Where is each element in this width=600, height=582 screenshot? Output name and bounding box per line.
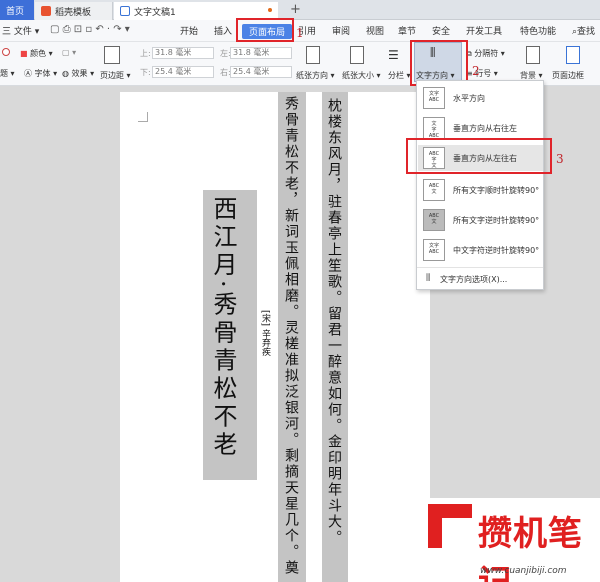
toolbar-quick-icons[interactable]: ▢ ⎙ ⊡ ▫ ↶ · ↷ ▾: [50, 24, 130, 39]
orientation-icon[interactable]: [306, 46, 320, 64]
top-margin-input[interactable]: 31.8 毫米: [152, 47, 214, 59]
menu-item-cjk-rotate-ccw-label: 中文字符逆时针旋转90°: [453, 246, 540, 255]
menu-insert[interactable]: 插入: [214, 24, 232, 39]
watermark-url: www.cuanjibiji.com: [480, 566, 567, 576]
margin-dropdown[interactable]: 页边距 ▾: [100, 70, 131, 81]
cjk-rotate-ccw-icon: 文字 ABC: [423, 239, 445, 261]
page-border-icon[interactable]: [566, 46, 580, 64]
word-doc-icon: [120, 6, 130, 16]
page-corner-mark: [138, 112, 148, 122]
tab-strip: 首页 稻壳模板 文字文稿1 +: [0, 0, 600, 20]
menu-start[interactable]: 开始: [180, 24, 198, 39]
tab-document-label: 文字文稿1: [134, 7, 176, 18]
menu-review[interactable]: 审阅: [332, 24, 350, 39]
theme-more-icon[interactable]: ▢ ▾: [62, 48, 76, 57]
menu-chapter[interactable]: 章节: [398, 24, 416, 39]
poem-author: [宋] 辛弃疾: [260, 310, 270, 356]
docer-icon: [41, 6, 51, 16]
color-dropdown[interactable]: ■ 颜色 ▾: [20, 48, 53, 59]
orientation-dropdown[interactable]: 纸张方向 ▾: [296, 70, 335, 81]
line-number-dropdown[interactable]: ≡ 行号 ▾: [466, 68, 498, 79]
color-label: 颜色 ▾: [30, 49, 53, 58]
menu-item-cjk-rotate-ccw[interactable]: 文字 ABC 中文字符逆时针旋转90°: [418, 237, 543, 263]
annotation-step-3: 3: [556, 152, 564, 166]
font-dropdown[interactable]: Ⓐ 字体 ▾: [24, 68, 57, 79]
tab-template-label: 稻壳模板: [55, 7, 92, 18]
tab-home-label: 首页: [6, 6, 25, 17]
annotation-box-page-layout: [236, 18, 294, 42]
text-direction-options-icon: ⫴: [426, 273, 431, 284]
annotation-step-2: 2: [472, 64, 480, 78]
annotation-box-vertical-ltr: [406, 138, 552, 174]
menu-security[interactable]: 安全: [432, 24, 450, 39]
effect-dropdown[interactable]: ◍ 效果 ▾: [62, 68, 94, 79]
menu-developer[interactable]: 开发工具: [466, 24, 502, 39]
menu-item-vertical-rtl-label: 垂直方向从右往左: [453, 124, 517, 133]
left-margin-input[interactable]: 31.8 毫米: [230, 47, 292, 59]
menu-item-horizontal-label: 水平方向: [453, 94, 485, 103]
menu-item-options-label: 文字方向选项(X)...: [440, 275, 508, 284]
menu-item-horizontal[interactable]: 文字 ABC 水平方向: [418, 85, 543, 111]
right-margin-input[interactable]: 25.4 毫米: [230, 66, 292, 78]
menu-item-rotate-cw-label: 所有文字顺时针旋转90°: [453, 186, 540, 195]
menu-divider: [417, 267, 543, 268]
horizontal-text-icon: 文字 ABC: [423, 87, 445, 109]
theme-icon[interactable]: [2, 48, 10, 56]
menu-special[interactable]: 特色功能: [520, 24, 556, 39]
file-menu[interactable]: 三 文件 ▾: [2, 24, 39, 39]
margin-icon[interactable]: [104, 46, 120, 64]
bottom-margin-input[interactable]: 25.4 毫米: [152, 66, 214, 78]
tab-docer-template[interactable]: 稻壳模板: [35, 2, 113, 20]
site-logo-icon: [428, 504, 472, 548]
search-menu[interactable]: ⌕查找: [572, 24, 595, 39]
font-icon: Ⓐ: [24, 69, 32, 78]
document-page[interactable]: [120, 92, 430, 582]
menu-item-rotate-cw[interactable]: ABC 文 所有文字顺时针旋转90°: [418, 177, 543, 203]
separator-label: 分隔符 ▾: [474, 49, 505, 58]
menu-view[interactable]: 视图: [366, 24, 384, 39]
tab-home[interactable]: 首页: [0, 0, 34, 20]
background-icon[interactable]: [526, 46, 540, 64]
site-watermark: 攒机笔记 www.cuanjibiji.com: [420, 498, 600, 582]
rotate-ccw-icon: ABC 文: [423, 209, 445, 231]
palette-icon: ■: [20, 49, 28, 58]
poem-line-1: 秀骨青松不老，新词玉佩相磨。灵槎准拟泛银河。剩摘天星几个。奠: [283, 96, 299, 576]
paper-size-dropdown[interactable]: 纸张大小 ▾: [342, 70, 381, 81]
paper-size-icon[interactable]: [350, 46, 364, 64]
theme-dropdown[interactable]: 题 ▾: [0, 68, 15, 79]
separator-dropdown[interactable]: ⧉ 分隔符 ▾: [466, 48, 505, 59]
text-direction-menu: 文字 ABC 水平方向 文 字 ABC 垂直方向从右往左 ABC 字 文 垂直方…: [416, 80, 544, 290]
poem-title: 西江月·秀骨青松不老: [209, 196, 237, 460]
menu-item-text-direction-options[interactable]: ⫴ 文字方向选项(X)...: [418, 269, 543, 289]
menu-item-rotate-ccw[interactable]: ABC 文 所有文字逆时针旋转90°: [418, 207, 543, 233]
unsaved-dot-icon: [268, 8, 272, 12]
effect-label: 效果 ▾: [71, 69, 95, 78]
rotate-cw-icon: ABC 文: [423, 179, 445, 201]
page-border-button[interactable]: 页面边框: [552, 70, 584, 81]
new-tab-button[interactable]: +: [290, 2, 301, 17]
columns-dropdown[interactable]: 分栏 ▾: [388, 70, 411, 81]
annotation-step-1: 1: [296, 26, 304, 40]
vertical-rtl-icon: 文 字 ABC: [423, 117, 445, 139]
bottom-margin-label: 下:: [140, 68, 151, 77]
font-label: 字体 ▾: [34, 69, 58, 78]
menu-item-rotate-ccw-label: 所有文字逆时针旋转90°: [453, 216, 540, 225]
poem-line-2: 枕楼东风月，驻春亭上笙歌。留君一醉意如何。金印明年斗大。: [326, 98, 342, 546]
effect-icon: ◍: [62, 69, 69, 78]
top-margin-label: 上:: [140, 49, 151, 58]
columns-icon[interactable]: ☰: [388, 48, 399, 62]
search-label: 查找: [577, 27, 596, 37]
